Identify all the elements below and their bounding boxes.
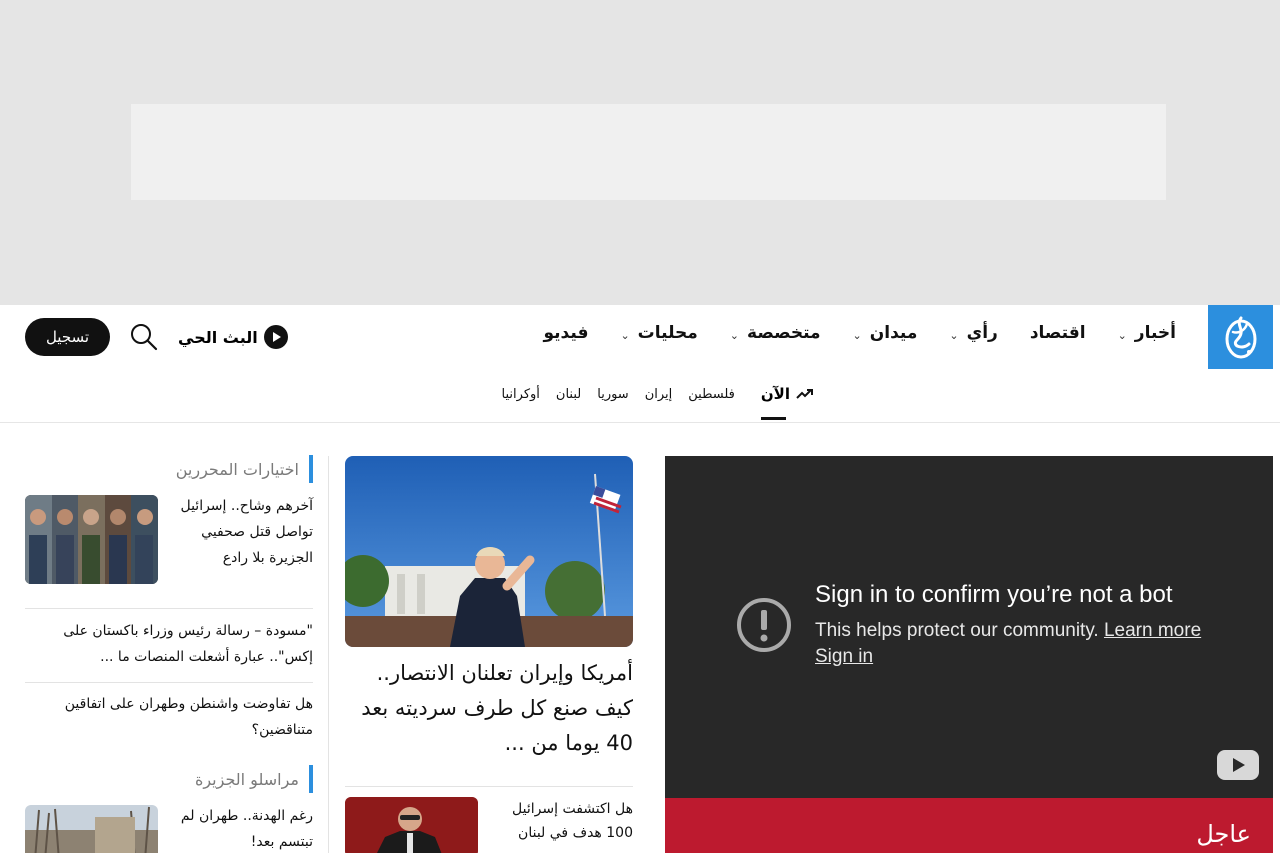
nav-item-label: أخبار [1134,323,1176,343]
subnav-link-iran[interactable]: إيران [645,387,673,402]
correspondents-lead-title[interactable]: رغم الهدنة.. طهران لم تبتسم بعد! [170,803,313,853]
nav-item-label: متخصصة [747,323,821,343]
editors-lead-image[interactable] [25,495,158,584]
nav-item-label: فيديو [543,323,589,343]
video-player[interactable]: Sign in to confirm you’re not a bot This… [665,456,1273,798]
live-stream-link[interactable]: البث الحي [178,325,288,349]
nav-item-label: محليات [637,323,698,343]
nav-item-5[interactable]: محليات ⌄ [620,323,697,343]
search-icon[interactable] [129,322,159,352]
subnav-link-lebanon[interactable]: لبنان [556,387,581,402]
aljazeera-logo[interactable] [1208,305,1273,369]
youtube-icon[interactable] [1217,750,1259,780]
aljazeera-logo-icon [1225,316,1256,359]
correspondents-lead-image[interactable] [25,805,158,853]
nav-item-3[interactable]: ميدان ⌄ [853,323,918,343]
main-nav: أخبار ⌄ اقتصاد رأي ⌄ ميدان ⌄ متخصصة ⌄ محليات ⌄ فيدي… [512,319,1176,347]
editors-lead-title[interactable]: آخرهم وشاح.. إسرائيل تواصل قتل صحفيي الج… [170,493,313,571]
chevron-down-icon: ⌄ [949,328,959,342]
site-header: أخبار ⌄ اقتصاد رأي ⌄ ميدان ⌄ متخصصة ⌄ محليات ⌄ فيدي… [0,305,1280,423]
video-signin-subtitle: This helps protect our community. Learn … [815,620,1201,642]
video-subtitle-text: This helps protect our community. [815,620,1099,641]
subnav-link-ukraine[interactable]: أوكرانيا [502,387,540,402]
featured-title[interactable]: أمريكا وإيران تعلنان الانتصار.. كيف صنع … [345,656,633,761]
learn-more-link[interactable]: Learn more [1104,620,1201,641]
secondary-image[interactable] [345,797,478,853]
nav-item-2[interactable]: رأي ⌄ [949,323,997,343]
chevron-down-icon: ⌄ [852,328,862,342]
nav-item-label: رأي [966,323,998,343]
secondary-title[interactable]: هل اكتشفت إسرائيل 100 هدف في لبنان [490,797,633,845]
register-button[interactable]: تسجيل [25,318,110,356]
breaking-news-bar[interactable]: عاجل [665,798,1273,853]
subnav-link-palestine[interactable]: فلسطين [688,387,735,402]
featured-image[interactable] [345,456,633,647]
column-divider [328,456,329,853]
correspondents-heading: مراسلو الجزيرة [195,765,313,793]
nav-item-6[interactable]: فيديو [544,323,589,343]
trending-now[interactable]: الآن [760,385,814,420]
heading-accent-bar [309,455,313,483]
breaking-label: عاجل [1196,820,1251,848]
nav-item-label: ميدان [869,323,918,343]
heading-accent-bar [309,765,313,793]
trending-subnav: الآن فلسطين إيران سوريا لبنان أوكرانيا [486,383,814,420]
divider [25,682,313,683]
editors-item-2[interactable]: هل تفاوضت واشنطن وطهران على اتفاقين متنا… [25,691,313,743]
editors-picks-heading: اختيارات المحررين [176,455,313,483]
trending-icon [796,389,813,399]
editors-item-1[interactable]: "مسودة – رسالة رئيس وزراء باكستان على إك… [25,618,313,670]
trending-label: الآن [760,385,790,403]
chevron-down-icon: ⌄ [1117,328,1127,342]
alert-icon [737,598,791,652]
ad-slot[interactable] [131,104,1166,200]
nav-item-1[interactable]: اقتصاد [1030,323,1086,343]
play-icon [263,325,288,349]
nav-item-label: اقتصاد [1029,323,1086,343]
ad-area [0,0,1280,305]
sign-in-link[interactable]: Sign in [815,646,873,668]
divider [25,608,313,609]
editors-heading-text: اختيارات المحررين [175,459,299,479]
chevron-down-icon: ⌄ [729,328,740,342]
video-signin-title: Sign in to confirm you’re not a bot [815,581,1173,608]
correspondents-heading-text: مراسلو الجزيرة [194,769,299,789]
live-label: البث الحي [178,327,258,347]
nav-item-0[interactable]: أخبار ⌄ [1118,323,1176,343]
nav-item-4[interactable]: متخصصة ⌄ [730,323,821,343]
subnav-link-syria[interactable]: سوريا [597,387,628,402]
chevron-down-icon: ⌄ [620,328,630,342]
divider [345,786,633,787]
